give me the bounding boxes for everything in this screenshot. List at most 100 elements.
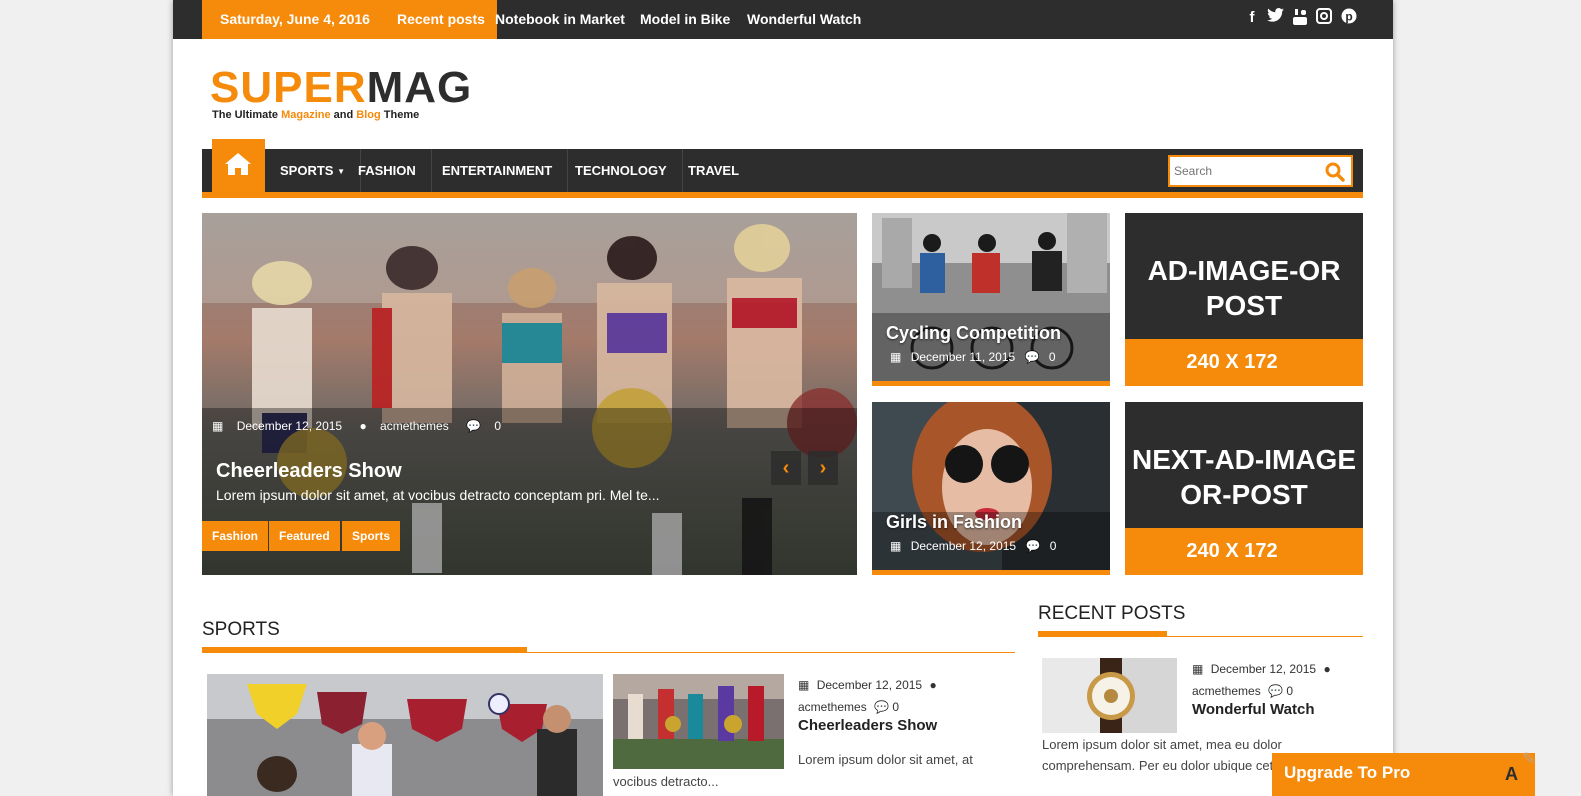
calendar-icon: ▦ (890, 350, 902, 364)
post-author[interactable]: acmethemes (798, 700, 867, 714)
ad-text-line2: POST (1205, 290, 1283, 321)
sports-post-excerpt-cont: vocibus detracto... (613, 774, 719, 789)
ticker-item[interactable]: Wonderful Watch (747, 11, 861, 27)
ad-text-line1: NEXT-AD-IMAGE (1132, 444, 1356, 475)
post-comments: 0 (1286, 684, 1294, 698)
facebook-icon[interactable]: f (1242, 8, 1262, 28)
comment-icon: 💬 (466, 419, 482, 433)
nav-item-label: SPORTS (280, 163, 334, 178)
search-input[interactable] (1174, 161, 1314, 181)
slider-comments: 0 (494, 419, 502, 433)
svg-text:p: p (1345, 10, 1352, 24)
featured-title[interactable]: Cycling Competition (886, 323, 1061, 344)
tagline-part: Theme (380, 109, 420, 121)
featured-date: December 11, 2015 (910, 350, 1016, 364)
youtube-icon[interactable] (1290, 8, 1310, 28)
cheerleaders-thumbnail[interactable] (613, 674, 784, 769)
calendar-icon: ▦ (890, 539, 902, 553)
comment-icon: 💬 (874, 700, 889, 714)
sports-post-meta-2: acmethemes 💬 0 (798, 700, 899, 714)
main-slider[interactable]: ▦ December 12, 2015 ● acmethemes 💬 0 Che… (202, 213, 857, 575)
tagline-part: Blog (356, 109, 381, 121)
calendar-icon: ▦ (212, 419, 224, 433)
user-icon: ● (929, 678, 937, 692)
top-bar: Saturday, June 4, 2016 Recent posts Note… (173, 0, 1393, 39)
home-icon (225, 153, 251, 175)
ticker-item[interactable]: Notebook in Market (495, 11, 625, 27)
watch-image[interactable] (1042, 658, 1177, 733)
logo-mag: MAG (366, 63, 473, 112)
nav-item-fashion[interactable]: FASHION (343, 149, 432, 192)
calendar-icon: ▦ (798, 678, 810, 692)
recent-posts-heading: RECENT POSTS (1038, 603, 1186, 624)
twitter-icon[interactable] (1265, 8, 1285, 28)
recent-posts-label: Recent posts (397, 11, 485, 27)
site-tagline: The Ultimate Magazine and Blog Theme (212, 109, 419, 121)
sports-post-title[interactable]: Cheerleaders Show (798, 717, 937, 734)
calendar-icon: ▦ (1192, 662, 1204, 676)
sports-post-excerpt: Lorem ipsum dolor sit amet, at (798, 752, 973, 767)
nav-item-travel[interactable]: TRAVEL (673, 149, 754, 192)
featured-meta: ▦ December 12, 2015 💬 0 (890, 539, 1062, 553)
nav-item-technology[interactable]: TECHNOLOGY (560, 149, 683, 192)
ad-size: 240 X 172 (1125, 339, 1363, 386)
ad-text-line2: OR-POST (1180, 479, 1308, 510)
featured-post[interactable]: Girls in Fashion ▦ December 12, 2015 💬 0 (872, 402, 1110, 575)
comment-icon: 💬 (1024, 350, 1040, 364)
ad-block[interactable]: NEXT-AD-IMAGE OR-POST 240 X 172 (1125, 402, 1363, 575)
post-author[interactable]: acmethemes (1192, 684, 1261, 698)
tagline-part: Magazine (281, 109, 331, 121)
section-underline (1038, 636, 1363, 637)
comment-icon: 💬 (1025, 539, 1041, 553)
chevron-right-icon[interactable]: › (808, 451, 838, 485)
upgrade-to-pro-button[interactable]: Upgrade To Pro (1272, 753, 1535, 796)
comment-icon: 💬 (1268, 684, 1283, 698)
featured-title[interactable]: Girls in Fashion (886, 512, 1022, 533)
current-date: Saturday, June 4, 2016 (220, 11, 370, 27)
post-date: December 12, 2015 (1210, 662, 1317, 676)
section-underline (202, 652, 1015, 653)
sports-post-meta: ▦ December 12, 2015 ● (798, 678, 937, 692)
slider-author[interactable]: acmethemes (380, 419, 449, 433)
home-button[interactable] (212, 139, 265, 196)
nav-underline (202, 192, 1363, 198)
tag-fashion[interactable]: Fashion (202, 521, 269, 551)
search-icon[interactable] (1325, 162, 1345, 187)
ad-block[interactable]: AD-IMAGE-OR POST 240 X 172 (1125, 213, 1363, 386)
tagline-part: The Ultimate (212, 109, 282, 121)
post-comments: 0 (892, 700, 900, 714)
featured-meta: ▦ December 11, 2015 💬 0 (890, 350, 1062, 364)
page: Saturday, June 4, 2016 Recent posts Note… (173, 0, 1393, 796)
slider-meta: ▦ December 12, 2015 ● acmethemes 💬 0 (212, 419, 511, 433)
post-date: December 12, 2015 (816, 678, 923, 692)
chevron-left-icon[interactable]: ‹ (771, 451, 801, 485)
logo-super: SUPER (210, 63, 367, 112)
close-icon[interactable]: A (1505, 764, 1518, 785)
featured-post[interactable]: Cycling Competition ▦ December 11, 2015 … (872, 213, 1110, 386)
ticker-item[interactable]: Model in Bike (640, 11, 730, 27)
slider-title[interactable]: Cheerleaders Show (216, 460, 402, 483)
featured-date: December 12, 2015 (910, 539, 1017, 553)
sports-heading: SPORTS (202, 619, 280, 640)
tagline-part: and (330, 109, 357, 121)
featured-comments: 0 (1049, 539, 1057, 553)
user-icon: ● (1323, 662, 1331, 676)
slider-date: December 12, 2015 (236, 419, 343, 433)
slider-excerpt: Lorem ipsum dolor sit amet, at vocibus d… (216, 487, 660, 503)
instagram-icon[interactable] (1314, 8, 1334, 28)
ad-text-line1: AD-IMAGE-OR (1147, 255, 1341, 286)
recent-post-meta-2: acmethemes 💬 0 (1192, 684, 1293, 698)
volleyball-image[interactable] (207, 674, 603, 796)
recent-post-title[interactable]: Wonderful Watch (1192, 701, 1315, 718)
user-icon: ● (359, 419, 367, 433)
featured-comments: 0 (1048, 350, 1056, 364)
edit-icon[interactable]: ✎ (1522, 749, 1535, 769)
pinterest-icon[interactable]: p (1339, 8, 1359, 28)
tag-sports[interactable]: Sports (342, 521, 401, 551)
recent-post-meta: ▦ December 12, 2015 ● (1192, 662, 1331, 676)
search-box (1168, 155, 1353, 187)
ad-size: 240 X 172 (1125, 528, 1363, 575)
site-logo[interactable]: SUPERMAG (210, 64, 472, 112)
nav-item-entertainment[interactable]: ENTERTAINMENT (427, 149, 569, 192)
tag-featured[interactable]: Featured (269, 521, 340, 551)
